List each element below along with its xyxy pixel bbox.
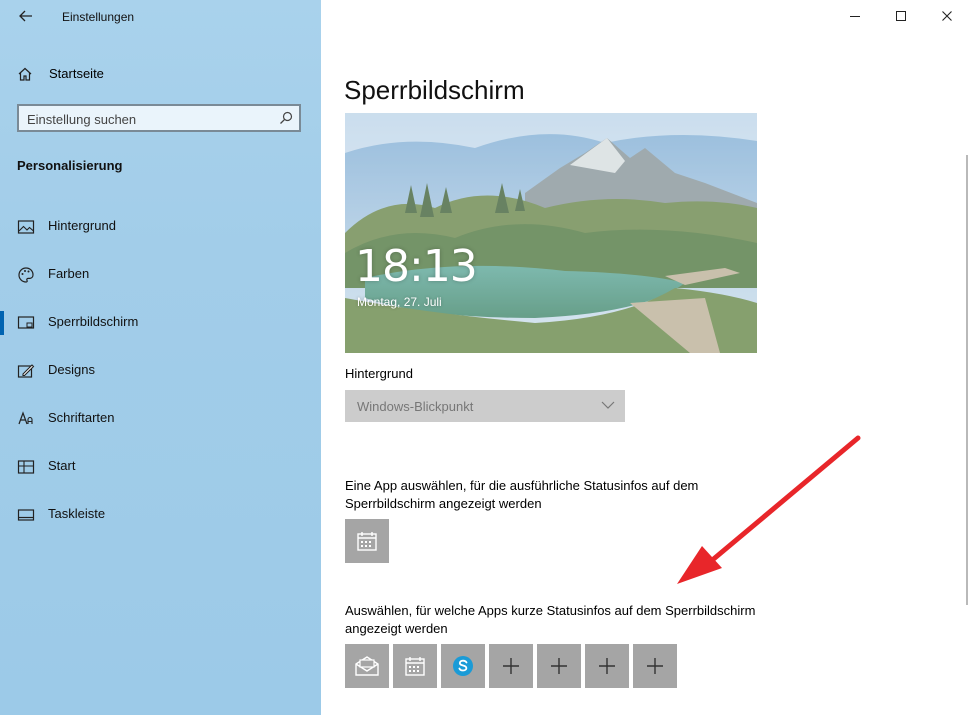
background-select[interactable]: Windows-Blickpunkt [345,390,625,422]
search-input[interactable] [27,110,277,128]
maximize-icon [896,11,906,21]
quick-status-label: Auswählen, für welche Apps kurze Statusi… [345,603,756,636]
sidebar-item-designs[interactable]: Designs [0,349,321,397]
quick-app-add-button-1[interactable] [489,644,533,688]
minimize-icon [850,16,860,17]
close-icon [942,11,952,21]
quick-app-calendar-button[interactable] [393,644,437,688]
chevron-down-icon [601,401,615,409]
sidebar-item-label: Taskleiste [48,506,106,521]
quick-app-add-button-2[interactable] [537,644,581,688]
sidebar-item-label: Farben [48,266,90,281]
page-title: Sperrbildschirm [344,75,525,106]
lock-screen-icon [17,316,35,329]
quick-app-mail-button[interactable] [345,644,389,688]
skype-icon [453,656,473,676]
sidebar-item-label: Hintergrund [48,218,116,233]
plus-icon [503,658,519,674]
sidebar-item-label: Designs [48,362,95,377]
detail-app-calendar-button[interactable] [345,519,389,563]
quick-app-skype-button[interactable] [441,644,485,688]
search-icon[interactable] [279,111,293,125]
sidebar-item-label: Schriftarten [48,410,115,425]
sidebar: Einstellungen Startseite Personalisierun… [0,0,321,715]
fonts-icon [18,411,33,425]
lock-screen-preview: 18:13 Montag, 27. Juli [345,113,757,353]
start-icon [17,460,35,474]
quick-app-add-button-3[interactable] [585,644,629,688]
home-icon [18,67,32,81]
picture-icon [17,220,35,234]
home-label: Startseite [49,66,104,81]
back-arrow-icon [19,10,32,22]
sidebar-item-sperrbildschirm[interactable]: Sperrbildschirm [0,301,321,349]
plus-icon [647,658,663,674]
designs-icon [17,364,35,378]
maximize-button[interactable] [878,0,924,32]
sidebar-item-schriftarten[interactable]: Schriftarten [0,397,321,445]
active-indicator [0,311,4,335]
back-button[interactable] [12,4,40,28]
sidebar-item-label: Start [48,458,76,473]
palette-icon [18,267,34,283]
main-content: Sperrbildschirm 18:13 Montag, 27. Juli H… [321,0,970,715]
detail-status-label: Eine App auswählen, für die ausführliche… [345,478,699,511]
sidebar-item-hintergrund[interactable]: Hintergrund [0,205,321,253]
sidebar-item-taskleiste[interactable]: Taskleiste [0,493,321,541]
mail-icon [355,656,379,676]
section-title: Personalisierung [17,158,123,173]
preview-date: Montag, 27. Juli [357,295,442,309]
scrollbar[interactable] [966,155,968,605]
search-box[interactable] [17,104,301,132]
taskbar-icon [17,509,35,521]
sidebar-item-label: Sperrbildschirm [48,314,139,329]
preview-overlay [345,113,757,353]
title-bar: Einstellungen [0,0,321,34]
calendar-icon [405,657,425,676]
plus-icon [551,658,567,674]
sidebar-item-start[interactable]: Start [0,445,321,493]
close-button[interactable] [924,0,970,32]
background-select-value: Windows-Blickpunkt [357,399,474,414]
quick-app-add-button-4[interactable] [633,644,677,688]
sidebar-item-farben[interactable]: Farben [0,253,321,301]
plus-icon [599,658,615,674]
preview-time: 18:13 [355,241,478,292]
minimize-button[interactable] [832,0,878,32]
nav-list: Hintergrund Farben Sperrbildschirm Desig… [0,205,321,541]
background-label: Hintergrund [345,366,413,381]
app-title: Einstellungen [62,10,135,24]
home-link[interactable]: Startseite [0,60,321,88]
calendar-icon [357,532,377,551]
